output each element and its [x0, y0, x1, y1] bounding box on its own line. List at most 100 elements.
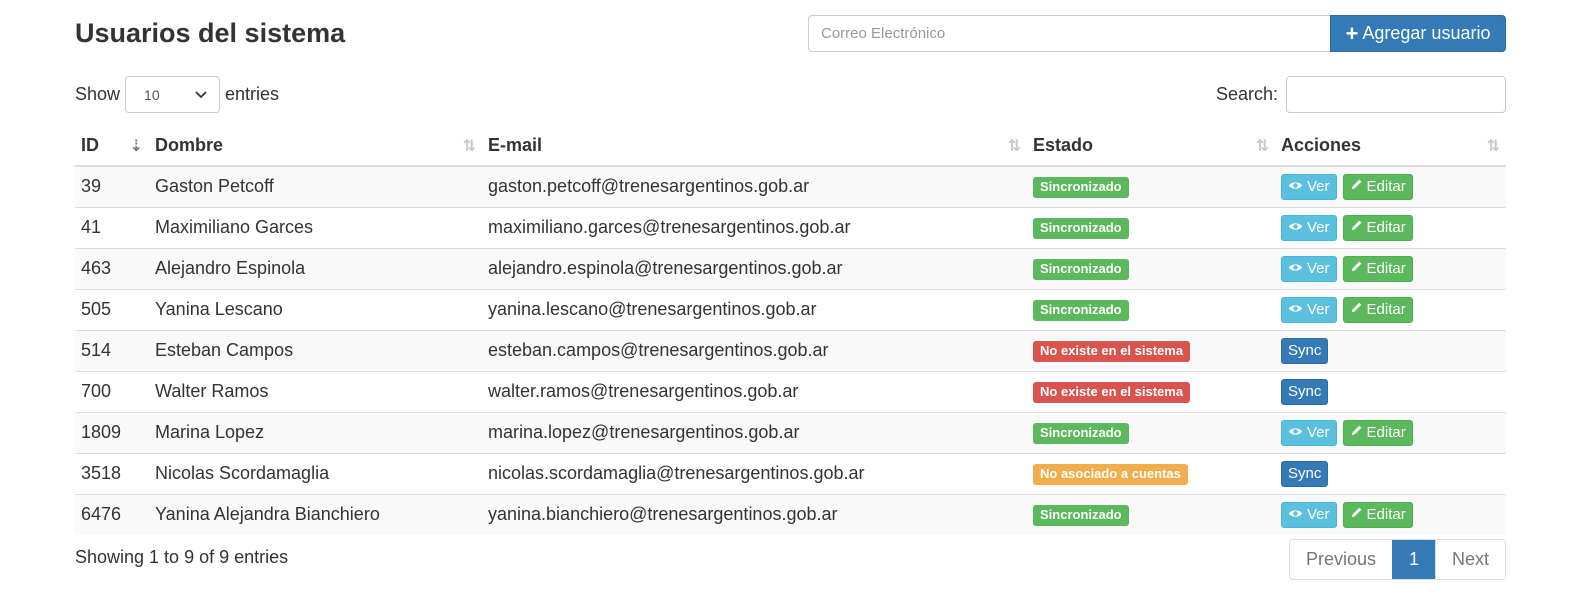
- cell-email: esteban.campos@trenesargentinos.gob.ar: [482, 329, 1027, 371]
- cell-status: Sincronizado: [1027, 165, 1275, 207]
- page-title: Usuarios del sistema: [75, 18, 346, 48]
- status-badge: Sincronizado: [1033, 423, 1129, 444]
- cell-actions: Sync: [1275, 452, 1506, 494]
- cell-status: Sincronizado: [1027, 247, 1275, 289]
- cell-email: nicolas.scordamaglia@trenesargentinos.go…: [482, 452, 1027, 494]
- status-badge: Sincronizado: [1033, 218, 1129, 239]
- status-badge: Sincronizado: [1033, 259, 1129, 280]
- cell-id: 700: [75, 370, 149, 412]
- table-row: 41 Maximiliano Garces maximiliano.garces@t…: [75, 206, 1506, 248]
- pencil-icon: [1350, 506, 1363, 523]
- table-row: 6476 Yanina Alejandra Bianchiero yanina.bi…: [75, 493, 1506, 535]
- cell-status: Sincronizado: [1027, 206, 1275, 248]
- status-badge: Sincronizado: [1033, 505, 1129, 527]
- page-button-1[interactable]: 1: [1391, 540, 1435, 579]
- column-header-actions[interactable]: Acciones ⇅: [1275, 125, 1506, 167]
- view-button[interactable]: Ver: [1281, 296, 1337, 323]
- edit-button[interactable]: Editar: [1342, 296, 1413, 323]
- cell-actions: Ver Editar: [1275, 411, 1506, 453]
- cell-email: maximiliano.garces@trenesargentinos.gob.…: [482, 206, 1027, 248]
- table-row: 3518 Nicolas Scordamaglia nicolas.scordama…: [75, 452, 1506, 494]
- view-button[interactable]: Ver: [1281, 501, 1337, 528]
- status-badge: No asociado a cuentas: [1033, 464, 1188, 485]
- eye-icon: [1288, 260, 1303, 277]
- edit-button[interactable]: Editar: [1342, 255, 1413, 282]
- search-input[interactable]: [1286, 76, 1506, 113]
- eye-icon: [1288, 301, 1303, 318]
- sync-button[interactable]: Sync: [1281, 337, 1329, 364]
- table-row: 463 Alejandro Espinola alejandro.espinola@…: [75, 247, 1506, 289]
- entries-label: entries: [225, 84, 280, 104]
- sort-icon: ⇣: [129, 138, 143, 155]
- cell-id: 463: [75, 247, 149, 289]
- cell-email: gaston.petcoff@trenesargentinos.gob.ar: [482, 165, 1027, 207]
- cell-email: alejandro.espinola@trenesargentinos.gob.…: [482, 247, 1027, 289]
- cell-id: 505: [75, 288, 149, 330]
- plus-icon: +: [1345, 20, 1359, 46]
- cell-id: 1809: [75, 411, 149, 453]
- cell-status: Sincronizado: [1027, 288, 1275, 330]
- cell-actions: Ver Editar: [1275, 288, 1506, 330]
- sync-button[interactable]: Sync: [1281, 378, 1329, 405]
- view-button[interactable]: Ver: [1281, 173, 1337, 200]
- cell-name: Yanina Lescano: [149, 288, 482, 330]
- cell-actions: Ver Editar: [1275, 247, 1506, 289]
- eye-icon: [1288, 178, 1303, 195]
- pencil-icon: [1350, 178, 1363, 195]
- table-row: 1809 Marina Lopez marina.lopez@trenesargen…: [75, 411, 1506, 453]
- cell-status: No existe en el sistema: [1027, 329, 1275, 371]
- add-user-button[interactable]: + Agregar usuario: [1330, 15, 1506, 52]
- column-header-name[interactable]: Dombre ⇅: [149, 125, 482, 167]
- cell-name: Marina Lopez: [149, 411, 482, 453]
- status-badge: Sincronizado: [1033, 177, 1129, 199]
- cell-name: Alejandro Espinola: [149, 247, 482, 289]
- eye-icon: [1288, 506, 1303, 523]
- table-info: Showing 1 to 9 of 9 entries: [75, 547, 289, 567]
- cell-actions: Sync: [1275, 370, 1506, 412]
- search-label: Search:: [1215, 84, 1278, 104]
- pencil-icon: [1350, 424, 1363, 441]
- pencil-icon: [1350, 219, 1363, 236]
- next-page-button[interactable]: Next: [1434, 540, 1505, 579]
- cell-name: Esteban Campos: [149, 329, 482, 371]
- entries-select[interactable]: 10: [125, 76, 221, 113]
- add-user-label: Agregar usuario: [1362, 23, 1491, 43]
- cell-email: marina.lopez@trenesargentinos.gob.ar: [482, 411, 1027, 453]
- previous-page-button[interactable]: Previous: [1289, 540, 1392, 579]
- view-button[interactable]: Ver: [1281, 214, 1337, 241]
- table-header-row: ID ⇣ Dombre ⇅ E-mail ⇅ Estado ⇅ Acciones: [75, 125, 1506, 167]
- edit-button[interactable]: Editar: [1342, 173, 1413, 200]
- cell-email: yanina.lescano@trenesargentinos.gob.ar: [482, 288, 1027, 330]
- cell-id: 39: [75, 165, 149, 207]
- view-button[interactable]: Ver: [1281, 255, 1337, 282]
- edit-button[interactable]: Editar: [1342, 214, 1413, 241]
- sync-button[interactable]: Sync: [1281, 460, 1329, 487]
- add-user-form: + Agregar usuario: [808, 15, 1506, 52]
- table-row: 505 Yanina Lescano yanina.lescano@trenesar…: [75, 288, 1506, 330]
- show-label: Show: [75, 84, 121, 104]
- cell-email: yanina.bianchiero@trenesargentinos.gob.a…: [482, 493, 1027, 535]
- table-search: Search:: [1216, 76, 1506, 113]
- view-button[interactable]: Ver: [1281, 419, 1337, 446]
- pencil-icon: [1350, 301, 1363, 318]
- sort-icon: ⇅: [1007, 138, 1021, 155]
- cell-id: 6476: [75, 493, 149, 535]
- cell-actions: Sync: [1275, 329, 1506, 371]
- eye-icon: [1288, 424, 1303, 441]
- sort-icon: ⇅: [1255, 138, 1269, 155]
- status-badge: No existe en el sistema: [1033, 382, 1191, 403]
- sort-icon: ⇅: [462, 138, 476, 155]
- table-row: 514 Esteban Campos esteban.campos@trenesar…: [75, 329, 1506, 371]
- table-body: 39 Gaston Petcoff gaston.petcoff@trenesarg…: [75, 165, 1506, 535]
- edit-button[interactable]: Editar: [1342, 501, 1413, 528]
- column-header-email[interactable]: E-mail ⇅: [482, 125, 1027, 167]
- chevron-down-icon: [195, 88, 207, 102]
- email-input[interactable]: [808, 15, 1330, 52]
- edit-button[interactable]: Editar: [1342, 419, 1413, 446]
- cell-status: No existe en el sistema: [1027, 370, 1275, 412]
- column-header-status[interactable]: Estado ⇅: [1027, 125, 1275, 167]
- cell-actions: Ver Editar: [1275, 165, 1506, 207]
- column-header-id[interactable]: ID ⇣: [75, 125, 149, 167]
- entries-length-control: Show 10 entries: [75, 76, 279, 113]
- status-badge: Sincronizado: [1033, 300, 1129, 321]
